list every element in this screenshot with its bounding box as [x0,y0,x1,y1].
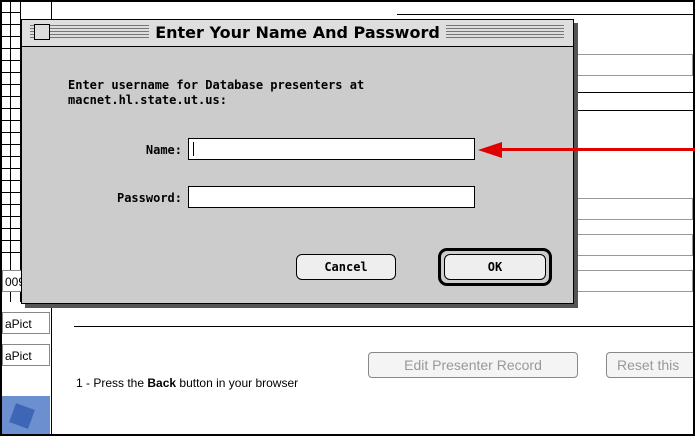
section-rule [74,326,693,327]
password-label: Password: [116,191,182,205]
bg-field-3[interactable] [576,234,693,256]
name-label: Name: [145,143,182,157]
password-field[interactable] [188,186,475,208]
instruction-prefix: 1 - Press the [76,376,148,390]
dialog-title-bar[interactable]: Enter Your Name And Password [22,20,573,47]
instruction-suffix: button in your browser [176,376,299,390]
left-cell-pict-1[interactable]: aPict [2,312,50,334]
dialog-title: Enter Your Name And Password [149,23,446,42]
name-field[interactable] [188,138,475,160]
divider-line [576,110,693,111]
thumbnail-image[interactable] [2,396,50,434]
left-ruler [2,2,21,302]
left-cell-pict-2[interactable]: aPict [2,344,50,366]
instruction-bold: Back [147,376,177,390]
reset-button[interactable]: Reset this [606,352,693,378]
divider-line [397,14,693,15]
login-dialog: Enter Your Name And Password Enter usern… [21,19,574,304]
bg-field-1[interactable] [576,54,693,76]
ok-button[interactable]: OK [444,254,546,280]
annotation-arrow-line [500,148,695,151]
divider-line [576,92,693,93]
dialog-title-wrap: Enter Your Name And Password [22,23,573,42]
text-caret [193,142,194,156]
annotation-arrow-head-icon [478,142,502,158]
cancel-button[interactable]: Cancel [296,254,396,280]
edit-presenter-button[interactable]: Edit Presenter Record [368,352,578,378]
instruction-text: 1 - Press the Back button in your browse… [76,376,298,390]
bg-field-4[interactable] [576,270,693,292]
dialog-prompt: Enter username for Database presenters a… [68,78,365,107]
bg-field-2[interactable] [576,198,693,220]
